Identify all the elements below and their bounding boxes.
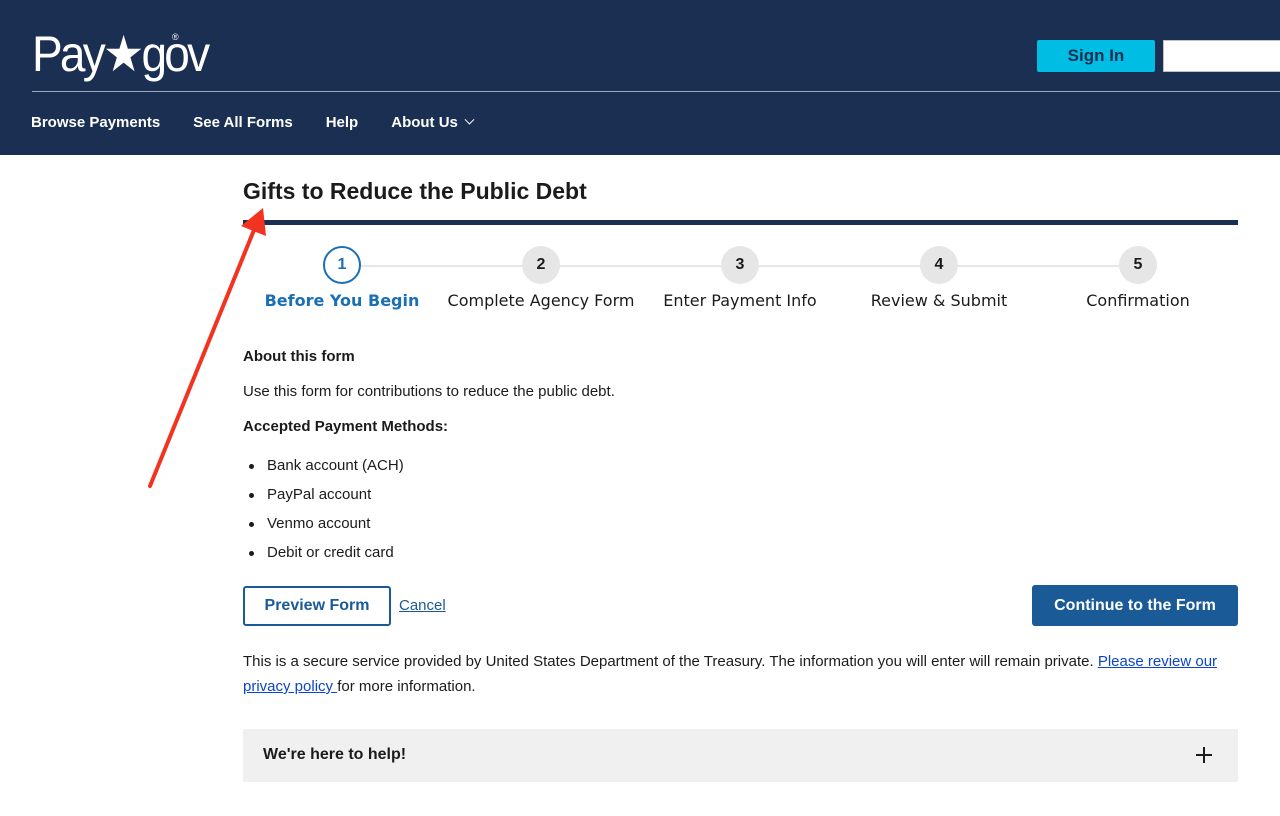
sign-in-button[interactable]: Sign In [1037,40,1155,72]
step-label: Complete Agency Form [447,291,635,310]
bullet-icon [249,464,254,469]
step-2: 2 Complete Agency Form [441,246,641,310]
payment-methods-heading: Accepted Payment Methods: [243,418,449,435]
list-item: Venmo account [249,514,404,543]
paygov-logo[interactable]: Pay★gov ® [32,22,223,86]
method-label: Bank account (ACH) [267,457,404,474]
method-label: PayPal account [267,486,372,503]
method-label: Venmo account [267,515,371,532]
payment-methods-list: Bank account (ACH) PayPal account Venmo … [249,456,404,572]
cancel-link[interactable]: Cancel [399,597,446,614]
step-number: 2 [522,246,560,284]
step-number: 5 [1119,246,1157,284]
preview-form-button[interactable]: Preview Form [243,586,391,626]
bullet-icon [249,493,254,498]
step-5: 5 Confirmation [1038,246,1238,310]
step-label: Before You Begin [264,291,420,310]
help-title: We're here to help! [263,746,407,763]
chevron-down-icon [464,114,475,125]
bullet-icon [249,551,254,556]
nav-see-all-forms[interactable]: See All Forms [193,114,292,131]
step-4: 4 Review & Submit [839,246,1039,310]
registered-mark: ® [172,32,179,42]
main-nav: Browse Payments See All Forms Help About… [31,114,506,131]
site-header: Pay★gov ® Sign In Browse Payments See Al… [0,0,1280,155]
step-number: 3 [721,246,759,284]
notice-text: This is a secure service provided by Uni… [243,653,1098,670]
nav-label: See All Forms [193,114,293,131]
step-3: 3 Enter Payment Info [640,246,840,310]
title-rule [243,220,1238,225]
step-number: 4 [920,246,958,284]
header-divider [32,91,1280,92]
step-label: Review & Submit [870,291,1008,310]
continue-to-form-button[interactable]: Continue to the Form [1032,585,1238,626]
nav-about-us[interactable]: About Us [391,114,475,131]
nav-label: Browse Payments [31,114,161,131]
page-title: Gifts to Reduce the Public Debt [243,178,587,204]
notice-suffix: for more information. [337,678,476,695]
nav-help[interactable]: Help [326,114,359,131]
step-label: Confirmation [1086,291,1190,310]
bullet-icon [249,522,254,527]
annotation-arrow-shaft [148,228,256,488]
list-item: Bank account (ACH) [249,456,404,485]
list-item: PayPal account [249,485,404,514]
nav-browse-payments[interactable]: Browse Payments [31,114,160,131]
about-text: Use this form for contributions to reduc… [243,383,615,400]
about-heading: About this form [243,348,355,365]
progress-steps: 1 Before You Begin 2 Complete Agency For… [243,246,1238,316]
plus-icon[interactable] [1196,747,1212,763]
help-accordion[interactable]: We're here to help! [243,729,1238,782]
step-1: 1 Before You Begin [242,246,442,310]
logo-text: Pay★gov [32,26,210,82]
secure-service-notice: This is a secure service provided by Uni… [243,649,1238,699]
method-label: Debit or credit card [267,544,394,561]
search-input[interactable] [1163,40,1280,72]
nav-label: Help [325,114,359,131]
step-number: 1 [323,246,361,284]
step-label: Enter Payment Info [663,291,817,310]
nav-label: About Us [391,114,458,131]
list-item: Debit or credit card [249,543,404,572]
